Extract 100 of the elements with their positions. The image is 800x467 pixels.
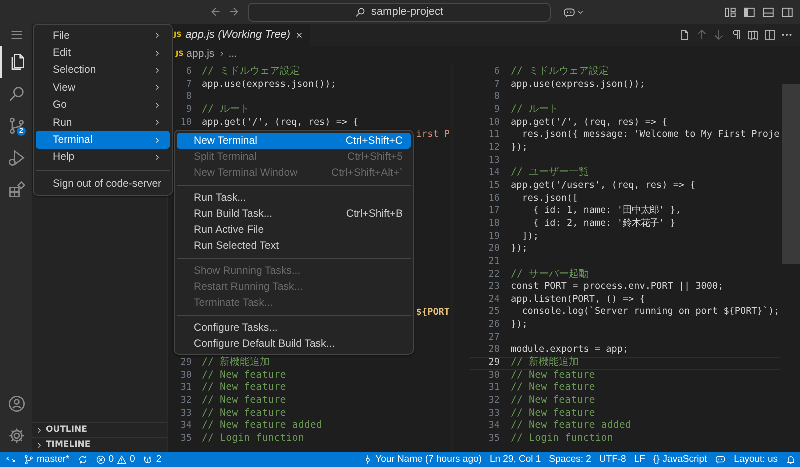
branch-icon (24, 454, 34, 464)
menu-icon[interactable] (10, 28, 24, 42)
keyboard-layout-status[interactable]: Layout: us (734, 454, 778, 465)
code-line: app.use(express.json()); (511, 78, 646, 92)
encoding-status[interactable]: UTF-8 (599, 454, 626, 465)
run-debug-icon[interactable] (8, 149, 26, 167)
code-line: // 新機能追加 (511, 358, 580, 369)
line-number: 30 (488, 370, 501, 382)
indentation-status[interactable]: Spaces: 2 (549, 454, 592, 465)
line-number: 35 (180, 433, 193, 446)
book-icon[interactable] (747, 29, 759, 41)
sync-icon (78, 454, 88, 464)
line-number: 9 (493, 104, 501, 117)
problems-status[interactable]: 0 0 (96, 454, 136, 465)
breadcrumb-item[interactable]: app.js (186, 48, 215, 60)
menu-item[interactable]: Go (36, 96, 170, 114)
menu-item[interactable]: File (36, 27, 170, 44)
code-line: // New feature added (511, 420, 632, 433)
menu-item[interactable]: New Terminal Ctrl+Shift+C (177, 133, 411, 149)
sync-button[interactable] (78, 454, 88, 464)
code-line: // New feature (511, 408, 596, 420)
code-line: // New feature (511, 370, 596, 382)
line-number: 14 (488, 167, 501, 180)
section-header[interactable]: OUTLINE (32, 422, 167, 437)
scrollbar-thumb[interactable] (782, 84, 800, 264)
breadcrumb-item[interactable]: ... (228, 48, 238, 60)
extensions-icon[interactable] (8, 181, 26, 199)
menu-item[interactable]: Run (36, 114, 170, 132)
keyboard-shortcut: Ctrl+Shift+B (346, 208, 403, 220)
layout-icon[interactable] (762, 6, 775, 18)
menu-item[interactable]: Sign out of code-server (36, 175, 170, 193)
notifications-button[interactable] (786, 454, 796, 464)
menu-item[interactable]: Edit (36, 44, 170, 62)
line-number: 7 (493, 78, 501, 92)
arrow-right-icon[interactable] (228, 6, 240, 18)
assistant-button[interactable] (715, 454, 726, 465)
line-number: 22 (488, 268, 501, 282)
layout-icon[interactable] (724, 6, 737, 18)
line-number: 13 (488, 154, 501, 168)
code-line: // ルート (202, 104, 250, 117)
line-number: 15 (488, 180, 501, 193)
code-line: // New feature added (202, 420, 322, 433)
code-fragment: ${PORT (416, 306, 450, 320)
code-line: module.exports = app; (511, 344, 629, 356)
arrow-left-icon[interactable] (210, 6, 222, 18)
line-number: 8 (185, 91, 193, 104)
code-line: const PORT = process.env.PORT || 3000; (511, 281, 724, 294)
line-number: 30 (180, 370, 193, 382)
code-line: res.json({ message: 'Welcome to My First Proje (521, 129, 780, 142)
account-icon[interactable] (8, 395, 26, 413)
code-line: // New feature (202, 408, 286, 420)
settings-icon[interactable] (8, 427, 26, 445)
layout-icon[interactable] (781, 6, 794, 18)
code-line: // New feature (202, 395, 286, 408)
arrow-up-icon[interactable] (696, 29, 708, 41)
menu-item[interactable]: Run Selected Text (177, 238, 411, 254)
code-line: // Login function (511, 433, 614, 446)
code-line: res.json([ (521, 192, 578, 206)
layout-icon[interactable] (743, 6, 756, 18)
search-field[interactable]: sample-project (248, 2, 551, 22)
line-number: 8 (493, 91, 501, 104)
menu-item[interactable]: Run Task... (177, 190, 411, 206)
keyboard-shortcut: Ctrl+Shift+5 (348, 151, 403, 163)
tab-label: app.js (Working Tree) (186, 29, 291, 41)
split-editor-icon[interactable] (764, 29, 776, 41)
menu-item[interactable]: Configure Default Build Task... (177, 336, 411, 352)
code-line: // New feature (202, 370, 286, 382)
line-number: 34 (180, 420, 193, 434)
code-line: app.listen(PORT, () => { (511, 294, 646, 306)
search-icon[interactable] (8, 85, 26, 103)
menu-item[interactable]: Terminal (36, 131, 170, 149)
line-number: 10 (488, 116, 501, 130)
bell-icon (786, 454, 796, 464)
menu-item[interactable]: Run Build Task... Ctrl+Shift+B (177, 206, 411, 222)
code-line: { id: 1, name: '田中太郎' }, (532, 205, 682, 218)
line-number: 23 (488, 281, 501, 294)
menu-item[interactable]: Selection (36, 62, 170, 80)
language-status[interactable]: {} JavaScript (653, 454, 708, 465)
document-icon[interactable] (679, 29, 691, 41)
menu-item[interactable]: View (36, 79, 170, 97)
code-line: ]); (521, 230, 539, 244)
source-control-icon[interactable] (8, 117, 26, 135)
arrow-down-icon[interactable] (713, 29, 725, 41)
code-line: }); (511, 243, 528, 256)
keyboard-shortcut: Ctrl+Shift+Alt+` (332, 167, 403, 179)
ports-status[interactable]: 2 (143, 454, 162, 465)
cursor-position[interactable]: Ln 29, Col 1 (490, 454, 542, 465)
line-ending-status[interactable]: LF (634, 454, 646, 465)
line-number: 6 (493, 66, 501, 79)
menu-item[interactable]: Run Active File (177, 222, 411, 238)
close-icon[interactable] (294, 30, 304, 40)
menu-item[interactable]: Configure Tasks... (177, 320, 411, 336)
branch-status[interactable]: master* (24, 454, 70, 465)
line-number: 17 (488, 205, 501, 218)
line-number: 31 (488, 382, 501, 396)
code-line: // Login function (202, 433, 304, 446)
line-number: 32 (488, 395, 501, 408)
blame-status[interactable]: Your Name (7 hours ago) (362, 454, 482, 465)
line-number: 16 (488, 192, 501, 206)
menu-item[interactable]: Help (36, 148, 170, 166)
